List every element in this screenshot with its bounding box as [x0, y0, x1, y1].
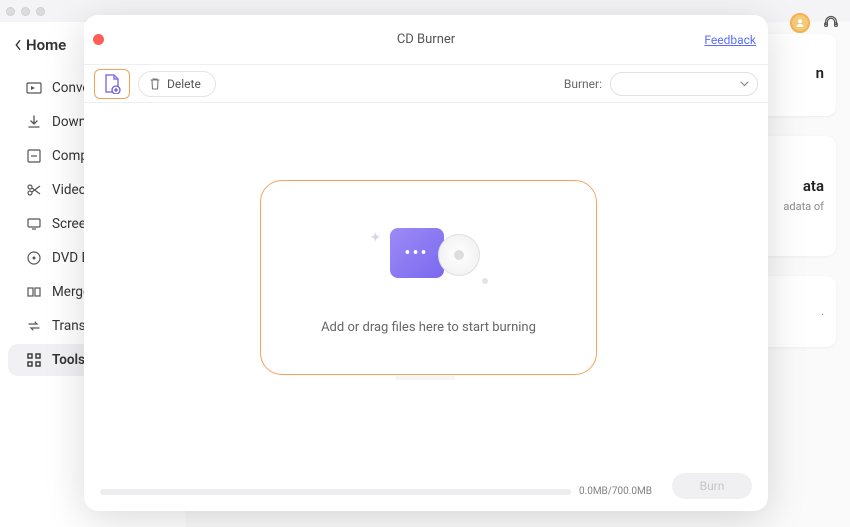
download-icon — [26, 114, 42, 130]
progress-track — [100, 489, 571, 495]
sparkle-icon: ✦ — [370, 230, 382, 246]
size-text: 0.0MB/700.0MB — [579, 486, 652, 497]
top-right-controls — [790, 12, 840, 34]
home-label: Home — [26, 36, 66, 54]
side-card-title: n — [766, 64, 824, 82]
screen-icon — [26, 216, 42, 232]
avatar[interactable] — [790, 13, 810, 33]
modal-title: CD Burner — [84, 32, 768, 47]
dot-icon — [482, 278, 488, 284]
delete-button[interactable]: Delete — [138, 71, 216, 97]
burner-dropdown[interactable] — [610, 72, 758, 96]
capacity-bar: 0.0MB/700.0MB — [100, 486, 652, 497]
drop-zone[interactable]: ✦ ••• Add or drag files here to start bu… — [260, 180, 597, 375]
compress-icon — [26, 148, 42, 164]
support-icon[interactable] — [822, 12, 840, 34]
burner-selector-row: Burner: — [564, 72, 758, 96]
window-traffic-lights — [6, 7, 45, 16]
toolbar: Delete Burner: — [84, 65, 768, 103]
drop-text: Add or drag files here to start burning — [321, 320, 536, 335]
feedback-link[interactable]: Feedback — [704, 33, 756, 47]
converter-icon — [26, 80, 42, 96]
folder-icon: ••• — [390, 228, 444, 278]
burn-button[interactable]: Burn — [672, 473, 752, 499]
delete-label: Delete — [167, 77, 201, 91]
chevron-down-icon — [740, 81, 749, 87]
modal-footer: 0.0MB/700.0MB Burn — [100, 486, 752, 497]
close-button[interactable] — [93, 34, 104, 45]
transfer-icon — [26, 318, 42, 334]
chevron-left-icon — [14, 39, 22, 51]
add-file-icon — [103, 74, 121, 94]
drop-illustration: ✦ ••• — [374, 220, 484, 280]
trash-icon — [149, 77, 161, 90]
scissors-icon — [26, 182, 42, 198]
disc-icon — [26, 250, 42, 266]
nav-label: Tools — [52, 352, 85, 368]
side-card-sub: adata of — [766, 199, 824, 214]
disc-icon — [438, 234, 480, 276]
side-card-sub: . — [766, 304, 824, 319]
add-file-button[interactable] — [94, 69, 130, 99]
side-card-title: ata — [766, 177, 824, 195]
modal-header: CD Burner Feedback — [84, 15, 768, 65]
merge-icon — [26, 284, 42, 300]
tools-icon — [26, 352, 42, 368]
cd-burner-modal: CD Burner Feedback Delete Burner: ✦ ••• … — [84, 15, 768, 511]
burner-label: Burner: — [564, 77, 602, 91]
